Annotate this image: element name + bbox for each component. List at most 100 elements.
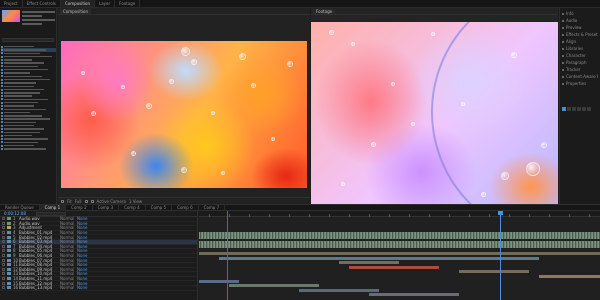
layer-duration-bar[interactable] xyxy=(369,293,459,297)
label-color-swatch[interactable] xyxy=(7,231,11,235)
region-icon[interactable] xyxy=(84,199,88,203)
zoom-select[interactable]: Fit xyxy=(67,199,72,204)
timeline-tab[interactable]: Comp 2 xyxy=(66,204,93,211)
playhead[interactable] xyxy=(498,211,503,300)
bubble-shape xyxy=(181,167,187,173)
work-area-marker xyxy=(227,211,228,300)
project-search-input[interactable] xyxy=(2,38,54,42)
label-color-swatch[interactable] xyxy=(7,240,11,244)
right-panel-item-label: Properties xyxy=(566,81,587,86)
visibility-eye-icon[interactable] xyxy=(2,231,5,235)
layer-search-input[interactable] xyxy=(35,211,66,216)
tab-footage-viewer[interactable]: Footage xyxy=(313,8,336,14)
tab-composition[interactable]: Composition xyxy=(61,0,95,7)
tab-footage[interactable]: Footage xyxy=(115,0,141,7)
right-panel-item[interactable]: Align xyxy=(562,38,598,45)
right-panel-item[interactable]: Tracker xyxy=(562,66,598,73)
tab-effect-controls[interactable]: Effect Controls xyxy=(23,0,62,7)
right-panel-item[interactable]: Character xyxy=(562,52,598,59)
timeline-tab[interactable]: Comp 4 xyxy=(119,204,146,211)
bubble-edge-arc xyxy=(431,22,558,204)
label-color-swatch[interactable] xyxy=(7,249,11,253)
right-panel-item[interactable]: Libraries xyxy=(562,45,598,52)
parent-select[interactable]: None xyxy=(77,285,91,290)
layer-duration-bar[interactable] xyxy=(199,279,239,283)
timeline-tab[interactable]: Comp 6 xyxy=(172,204,199,211)
visibility-eye-icon[interactable] xyxy=(2,267,5,271)
blend-mode-select[interactable]: Normal xyxy=(60,285,74,290)
right-panel-item-label: Audio xyxy=(566,18,578,23)
layer-name[interactable]: Bubbles_13.mp4 xyxy=(19,285,57,290)
label-color-swatch[interactable] xyxy=(7,281,11,285)
visibility-eye-icon[interactable] xyxy=(2,272,5,276)
right-panel-item[interactable]: Properties xyxy=(562,80,598,87)
layer-duration-bar[interactable] xyxy=(219,256,539,260)
timeline-layer-row[interactable]: 16 Bubbles_13.mp4 Normal None xyxy=(0,285,197,291)
time-ruler[interactable] xyxy=(199,211,600,217)
resolution-select[interactable]: Full xyxy=(75,199,82,204)
right-panel-item[interactable]: Info xyxy=(562,10,598,17)
visibility-eye-icon[interactable] xyxy=(2,258,5,262)
visibility-eye-icon[interactable] xyxy=(2,244,5,248)
visibility-eye-icon[interactable] xyxy=(2,249,5,253)
layer-duration-bar[interactable] xyxy=(229,284,319,288)
timeline-tab[interactable]: Comp 1 xyxy=(39,204,67,211)
label-color-swatch[interactable] xyxy=(7,254,11,258)
label-color-swatch[interactable] xyxy=(7,244,11,248)
visibility-eye-icon[interactable] xyxy=(2,240,5,244)
visibility-eye-icon[interactable] xyxy=(2,235,5,239)
right-panel-item[interactable]: Audio xyxy=(562,17,598,24)
tab-composition-viewer[interactable]: Composition xyxy=(60,8,91,14)
view-layout-select[interactable]: 1 View xyxy=(129,199,142,204)
label-color-swatch[interactable] xyxy=(7,277,11,281)
current-timecode[interactable]: 0:00:12:08 xyxy=(4,211,26,216)
layer-duration-bar[interactable] xyxy=(339,261,399,265)
right-panel-item[interactable]: Content-Aware Fill xyxy=(562,73,598,80)
label-color-swatch[interactable] xyxy=(7,217,11,221)
viewer-tab-bar: Composition xyxy=(58,8,310,15)
visibility-eye-icon[interactable] xyxy=(2,286,5,290)
timeline-tab[interactable]: Comp 3 xyxy=(93,204,120,211)
camera-select[interactable]: Active Camera xyxy=(97,199,126,204)
label-color-swatch[interactable] xyxy=(7,221,11,225)
timeline-tab[interactable]: Render Queue xyxy=(0,204,40,211)
label-color-swatch[interactable] xyxy=(7,272,11,276)
layer-duration-bar[interactable] xyxy=(299,288,379,292)
project-list-item[interactable] xyxy=(1,147,56,150)
layer-duration-bar[interactable] xyxy=(539,275,600,278)
visibility-eye-icon[interactable] xyxy=(2,254,5,258)
footage-icon xyxy=(1,147,3,150)
visibility-eye-icon[interactable] xyxy=(2,226,5,230)
right-panel-item[interactable]: Preview xyxy=(562,24,598,31)
right-panel-item[interactable]: Paragraph xyxy=(562,59,598,66)
visibility-eye-icon[interactable] xyxy=(2,277,5,281)
composition-canvas[interactable] xyxy=(61,41,307,188)
label-color-swatch[interactable] xyxy=(7,226,11,230)
visibility-eye-icon[interactable] xyxy=(2,221,5,225)
tab-layer[interactable]: Layer xyxy=(95,0,116,7)
visibility-eye-icon[interactable] xyxy=(2,217,5,221)
layer-duration-bar[interactable] xyxy=(199,252,600,255)
visibility-eye-icon[interactable] xyxy=(2,263,5,267)
transparency-grid-icon[interactable] xyxy=(90,199,94,203)
label-color-swatch[interactable] xyxy=(7,235,11,239)
label-color-swatch[interactable] xyxy=(7,267,11,271)
label-color-swatch[interactable] xyxy=(7,286,11,290)
panel-expand-icon xyxy=(562,54,564,57)
composition-viewer: Composition Fit Full Active Camera 1 Vie… xyxy=(58,8,310,204)
visibility-eye-icon[interactable] xyxy=(2,281,5,285)
tab-project[interactable]: Project xyxy=(0,0,23,7)
timeline-tab[interactable]: Comp 7 xyxy=(199,204,226,211)
footage-canvas[interactable] xyxy=(311,22,558,204)
right-panel-item[interactable]: Effects & Presets xyxy=(562,31,598,38)
timeline-tab[interactable]: Comp 5 xyxy=(146,204,173,211)
bubble-shape xyxy=(91,111,96,116)
magnify-icon[interactable] xyxy=(61,199,64,203)
layer-duration-bar[interactable] xyxy=(349,265,439,269)
label-color-swatch[interactable] xyxy=(7,263,11,267)
layer-duration-bar[interactable] xyxy=(459,270,529,274)
timeline-track-area[interactable] xyxy=(199,211,600,300)
bubble-shape xyxy=(511,52,517,58)
label-color-swatch[interactable] xyxy=(7,258,11,262)
footage-icon xyxy=(1,45,3,48)
